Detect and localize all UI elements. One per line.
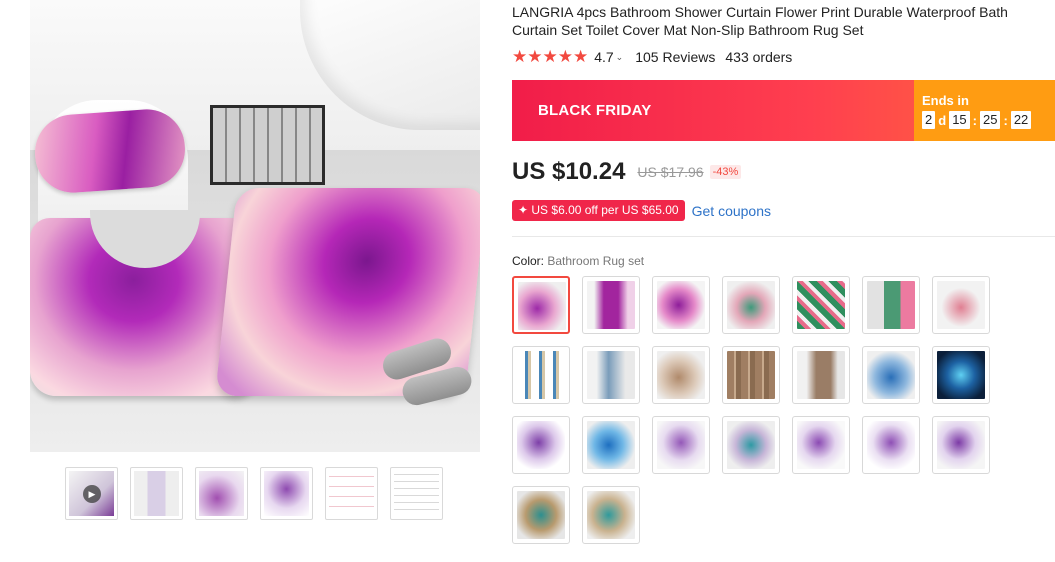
countdown-seconds: 22 (1010, 111, 1032, 129)
color-swatch[interactable] (652, 276, 710, 334)
thumbnail-dimensions[interactable] (325, 467, 378, 520)
countdown-timer: 2 d 15 : 25 : 22 (922, 111, 1032, 129)
coupon-row: ✦ US $6.00 off per US $65.00 Get coupons (512, 200, 771, 221)
color-label: Color: (512, 254, 545, 268)
color-swatch[interactable] (792, 416, 850, 474)
countdown-days: 2 (922, 111, 936, 129)
get-coupons-link[interactable]: Get coupons (692, 203, 771, 219)
color-swatch[interactable] (862, 346, 920, 404)
discount-badge: -43% (709, 165, 742, 179)
original-price: US $17.96 (637, 164, 704, 180)
color-swatch[interactable] (582, 416, 640, 474)
color-swatch[interactable] (722, 346, 780, 404)
color-swatch[interactable] (792, 276, 850, 334)
black-friday-banner: BLACK FRIDAY Ends in 2 d 15 : 25 : 22 (512, 80, 1055, 141)
ends-in-label: Ends in (922, 93, 969, 108)
color-swatch[interactable] (932, 346, 990, 404)
reviews-link[interactable]: 105 Reviews (635, 49, 715, 65)
color-swatch[interactable] (582, 346, 640, 404)
section-divider (512, 236, 1055, 237)
image-toilet-lid-cover (32, 106, 188, 196)
thumbnail-video[interactable]: ▶ (65, 467, 118, 520)
color-swatch[interactable] (512, 416, 570, 474)
rating-stars-icon: ★★★★★ (512, 47, 589, 66)
color-swatch[interactable] (792, 346, 850, 404)
chevron-down-icon[interactable]: ⌄ (616, 52, 624, 63)
color-swatch[interactable] (512, 486, 570, 544)
promo-label: BLACK FRIDAY (538, 102, 652, 119)
color-swatch[interactable] (722, 416, 780, 474)
color-swatch[interactable] (652, 416, 710, 474)
selected-color-value: Bathroom Rug set (547, 254, 645, 268)
days-unit: d (938, 112, 947, 128)
price-row: US $10.24 US $17.96 -43% (512, 158, 742, 186)
time-separator: : (972, 112, 977, 128)
color-swatch-bathroom-rug-set[interactable] (512, 276, 570, 334)
color-swatch[interactable] (862, 276, 920, 334)
time-separator: : (1003, 112, 1008, 128)
color-swatch[interactable] (722, 276, 780, 334)
color-swatch[interactable] (582, 486, 640, 544)
orders-count: 433 orders (725, 49, 793, 65)
main-product-image[interactable] (30, 0, 480, 452)
rating-value[interactable]: 4.7 (594, 49, 613, 65)
color-swatch[interactable] (932, 416, 990, 474)
color-swatch[interactable] (932, 276, 990, 334)
color-swatch[interactable] (862, 416, 920, 474)
countdown-minutes: 25 (980, 111, 1001, 129)
color-selector-label: Color: Bathroom Rug set (512, 254, 644, 268)
color-swatch[interactable] (652, 346, 710, 404)
play-icon: ▶ (83, 485, 101, 503)
thumbnail-purple-tulips[interactable] (260, 467, 313, 520)
thumbnail-shower-curtain[interactable] (130, 467, 183, 520)
countdown-panel: Ends in 2 d 15 : 25 : 22 (914, 80, 1055, 141)
countdown-hours: 15 (949, 111, 970, 129)
color-swatch[interactable] (512, 346, 570, 404)
color-swatch[interactable] (582, 276, 640, 334)
thumbnail-size-chart[interactable] (390, 467, 443, 520)
coupon-badge[interactable]: ✦ US $6.00 off per US $65.00 (512, 200, 685, 221)
image-laundry-basket (210, 105, 325, 185)
product-title: LANGRIA 4pcs Bathroom Shower Curtain Flo… (512, 4, 1008, 38)
current-price: US $10.24 (512, 158, 626, 185)
thumbnail-bath-mats[interactable] (195, 467, 248, 520)
rating-row: ★★★★★ 4.7 ⌄ 105 Reviews 433 orders (512, 47, 793, 66)
